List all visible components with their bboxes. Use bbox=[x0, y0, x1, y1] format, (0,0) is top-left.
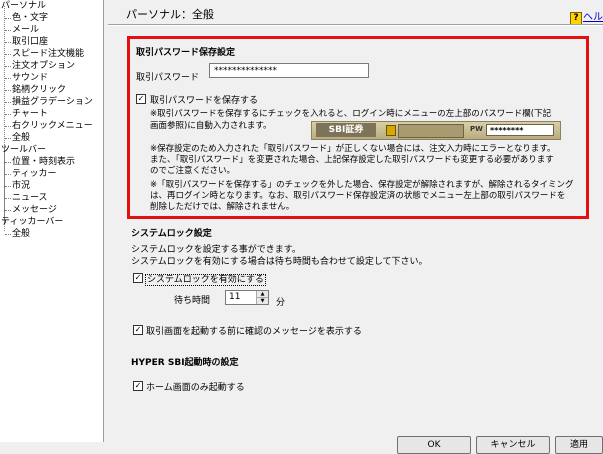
tree-branch bbox=[5, 174, 11, 175]
note2-line2: また、「取引パスワード」を変更された場合、上記保存設定した取引パスワードも変更す… bbox=[150, 155, 554, 165]
tree-item-trading-account[interactable]: 取引口座 bbox=[12, 36, 48, 48]
cancel-button[interactable]: キャンセル bbox=[476, 436, 550, 454]
tree-branch bbox=[5, 162, 11, 163]
lock-icon bbox=[386, 125, 396, 136]
tree-item-position-time[interactable]: 位置・時刻表示 bbox=[12, 156, 75, 168]
system-lock-label-text: システムロックを有効にする bbox=[145, 274, 266, 286]
wait-time-stepper[interactable]: 11 ▲ ▼ bbox=[225, 290, 269, 305]
home-only-label[interactable]: ホーム画面のみ起動する bbox=[146, 380, 245, 393]
banner-id-field bbox=[398, 124, 464, 138]
settings-tree: パーソナル 色・文字 メール 取引口座 スピード注文機能 注文オプション サウン… bbox=[0, 0, 104, 442]
confirm-message-label[interactable]: 取引画面を起動する前に確認のメッセージを表示する bbox=[146, 324, 362, 337]
tree-branch bbox=[5, 18, 11, 19]
tree-branch bbox=[5, 30, 11, 31]
tree-item-right-click-menu[interactable]: 右クリックメニュー bbox=[12, 120, 93, 132]
tree-connector bbox=[4, 146, 5, 224]
password-input[interactable]: ************** bbox=[209, 63, 369, 78]
system-lock-heading: システムロック設定 bbox=[131, 229, 212, 239]
tree-branch bbox=[5, 42, 11, 43]
tree-item-market[interactable]: 市況 bbox=[12, 180, 30, 192]
page-title: パーソナル：全般 bbox=[126, 8, 214, 21]
note3-line2: は、再ログイン時となります。なお、取引パスワード保存設定済の状態でメニュー左上部… bbox=[150, 191, 566, 201]
tree-item-color-text[interactable]: 色・文字 bbox=[12, 12, 48, 24]
tree-branch bbox=[5, 114, 11, 115]
hyper-sbi-heading: HYPER SBI起動時の設定 bbox=[131, 358, 239, 368]
tree-item-general[interactable]: 全般 bbox=[12, 132, 30, 144]
note3-line3: 削除しただけでは、解除されません。 bbox=[150, 202, 295, 212]
tree-branch bbox=[5, 126, 11, 127]
apply-button[interactable]: 適用 bbox=[555, 436, 603, 454]
confirm-message-checkbox[interactable]: ✓ bbox=[133, 325, 143, 335]
tree-branch bbox=[5, 210, 11, 211]
tree-item-news[interactable]: ニュース bbox=[12, 192, 48, 204]
save-password-desc-line1: ※取引パスワードを保存するにチェックを入れると、ログイン時にメニューの左上部のパ… bbox=[150, 109, 552, 119]
stepper-up-icon[interactable]: ▲ bbox=[257, 291, 268, 298]
system-lock-checkbox[interactable]: ✓ bbox=[133, 273, 143, 283]
tree-branch bbox=[5, 102, 11, 103]
tree-branch bbox=[5, 138, 11, 139]
note2-line1: ※保存設定のため入力された「取引パスワード」が正しくない場合には、注文入力時にエ… bbox=[150, 144, 556, 154]
note2-line3: のでご注意ください。 bbox=[150, 166, 236, 176]
sbi-logo: SBI証券 bbox=[316, 123, 376, 137]
banner-pw-field: ******** bbox=[486, 124, 554, 136]
save-password-label[interactable]: 取引パスワードを保存する bbox=[150, 93, 258, 106]
tree-item-tickerbar[interactable]: ティッカーバー bbox=[1, 216, 63, 228]
tree-item-personal[interactable]: パーソナル bbox=[1, 0, 46, 12]
tree-item-sound[interactable]: サウンド bbox=[12, 72, 48, 84]
tree-item-ticker[interactable]: ティッカー bbox=[12, 168, 56, 180]
home-only-checkbox[interactable]: ✓ bbox=[133, 381, 143, 391]
wait-time-unit: 分 bbox=[276, 298, 286, 308]
title-divider bbox=[108, 24, 603, 26]
menu-banner-sample: SBI証券 PW ******** bbox=[311, 121, 561, 140]
tree-branch bbox=[5, 90, 11, 91]
wait-time-label: 待ち時間 bbox=[174, 296, 211, 306]
system-lock-label[interactable]: システムロックを有効にする bbox=[145, 272, 266, 286]
tree-item-chart[interactable]: チャート bbox=[12, 108, 48, 120]
save-password-checkbox[interactable]: ✓ bbox=[136, 94, 146, 104]
tree-branch bbox=[5, 234, 11, 235]
tree-item-tickerbar-general[interactable]: 全般 bbox=[12, 228, 30, 240]
tree-item-speed-order[interactable]: スピード注文機能 bbox=[12, 48, 84, 60]
settings-panel: パーソナル：全般 ?ヘルプ 取引パスワード保存設定 取引パスワード ******… bbox=[104, 0, 603, 454]
ok-button[interactable]: OK bbox=[397, 436, 471, 454]
help-link[interactable]: ?ヘルプ bbox=[570, 8, 603, 25]
wait-time-value: 11 bbox=[229, 292, 241, 302]
system-lock-desc-line2: システムロックを有効にする場合は待ち時間も合わせて設定して下さい。 bbox=[131, 257, 428, 267]
password-label: 取引パスワード bbox=[136, 73, 200, 83]
tree-item-toolbar[interactable]: ツールバー bbox=[1, 144, 46, 156]
note3-line1: ※「取引パスワードを保存する」のチェックを外した場合、保存設定が解除されますが、… bbox=[150, 180, 574, 190]
password-section-heading: 取引パスワード保存設定 bbox=[136, 48, 236, 58]
tree-branch bbox=[5, 54, 11, 55]
tree-item-pl-gradation[interactable]: 損益グラデーション bbox=[12, 96, 93, 108]
stepper-down-icon[interactable]: ▼ bbox=[257, 298, 268, 304]
tree-item-order-options[interactable]: 注文オプション bbox=[12, 60, 75, 72]
help-label: ヘルプ bbox=[583, 12, 603, 23]
save-password-desc-line2: 画面参照)に自動入力されます。 bbox=[150, 121, 272, 131]
stepper-buttons: ▲ ▼ bbox=[256, 291, 268, 304]
tree-item-symbol-click[interactable]: 銘柄クリック bbox=[12, 84, 66, 96]
tree-branch bbox=[5, 78, 11, 79]
tree-branch bbox=[5, 66, 11, 67]
tree-item-mail[interactable]: メール bbox=[12, 24, 39, 36]
banner-pw-label: PW bbox=[470, 125, 483, 133]
tree-branch bbox=[5, 186, 11, 187]
tree-branch bbox=[5, 198, 11, 199]
tree-item-message[interactable]: メッセージ bbox=[12, 204, 57, 216]
